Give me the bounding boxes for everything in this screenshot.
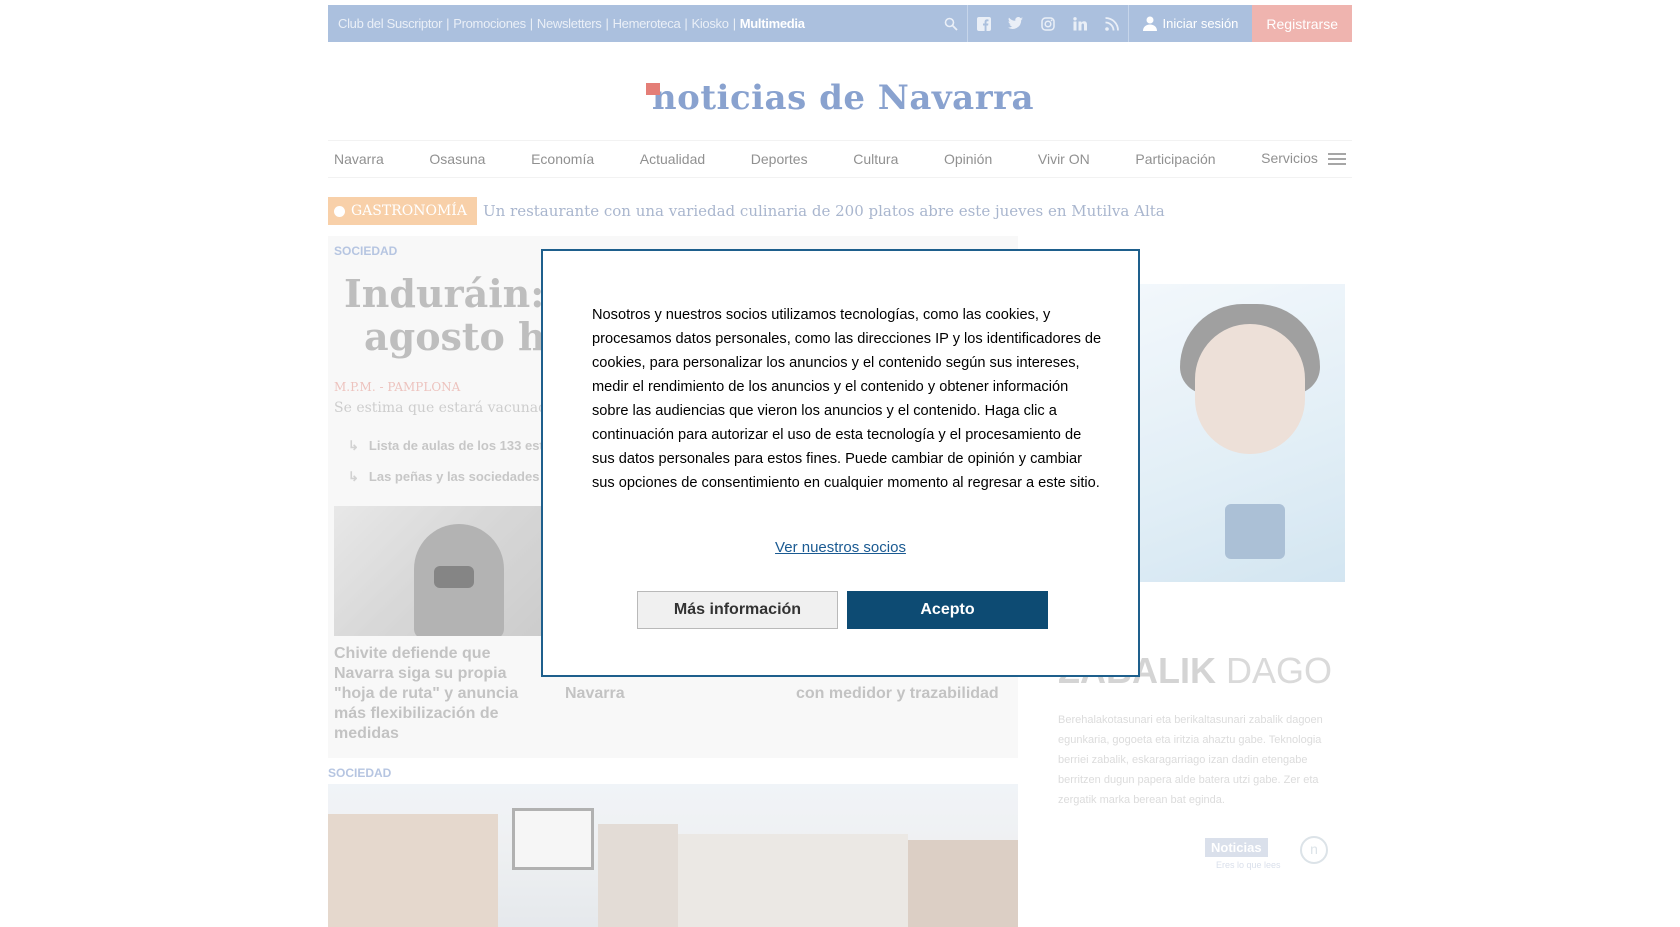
partners-link[interactable]: Ver nuestros socios bbox=[543, 539, 1138, 556]
page: Club del Suscriptor | Promociones | Newsle… bbox=[0, 0, 1680, 927]
more-info-button[interactable]: Más información bbox=[637, 591, 838, 629]
consent-text: Nosotros y nuestros socios utilizamos te… bbox=[592, 307, 1102, 491]
consent-dialog: Nosotros y nuestros socios utilizamos te… bbox=[541, 249, 1140, 677]
accept-button[interactable]: Acepto bbox=[847, 591, 1048, 629]
